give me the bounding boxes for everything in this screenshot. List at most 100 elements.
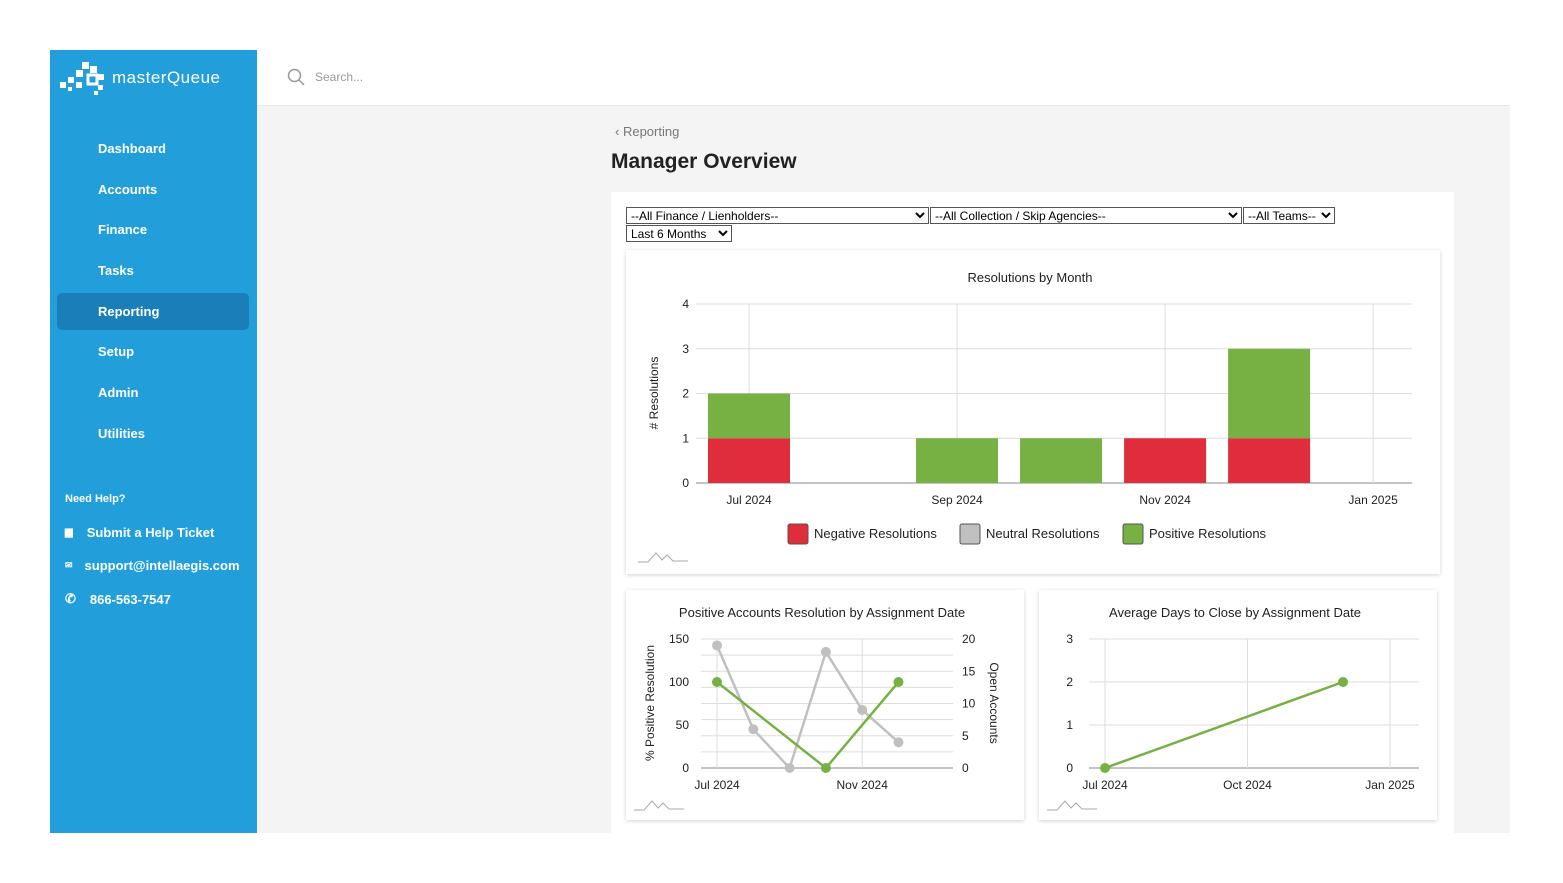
y-tick-label: 1 (682, 431, 689, 445)
data-point (712, 640, 722, 651)
y2-tick-label: 15 (962, 664, 976, 678)
header: Search... (257, 50, 1510, 106)
logo-icon (60, 62, 104, 95)
x-tick-label: Jan 2025 (1365, 778, 1415, 792)
legend-swatch (1122, 523, 1144, 545)
y-tick-label: 2 (1066, 675, 1073, 689)
chart-title: Resolutions by Month (967, 270, 1092, 285)
positive-resolution-panel: Positive Accounts Resolution by Assignme… (626, 590, 1024, 820)
sidebar-nav: Dashboard Accounts Finance Tasks Reporting Se… (57, 130, 249, 456)
sidebar: masterQueue Dashboard Accounts Finance Task… (50, 50, 257, 833)
y2-tick-label: 20 (962, 632, 976, 646)
legend-label: Neutral Resolutions (986, 526, 1100, 541)
y-tick-label: 150 (669, 632, 689, 646)
legend-label: Positive Resolutions (1149, 526, 1267, 541)
sidebar-item-dashboard[interactable]: Dashboard (57, 130, 249, 167)
x-tick-label: Oct 2024 (1223, 778, 1272, 792)
data-point (712, 677, 722, 687)
x-tick-label: Nov 2024 (837, 778, 889, 792)
bar-positive (1020, 438, 1103, 483)
data-point (820, 763, 831, 773)
legend-swatch (787, 523, 809, 545)
y2-tick-label: 10 (962, 697, 976, 711)
breadcrumb[interactable]: ‹ Reporting (615, 124, 679, 139)
report-card: --All Finance / Lienholders-- --All Coll… (611, 192, 1454, 833)
y2-axis-label: Open Accounts (987, 662, 1001, 743)
avg-days-panel: Average Days to Close by Assignment Date… (1039, 590, 1437, 820)
bar-negative (1228, 438, 1311, 483)
sidebar-item-accounts[interactable]: Accounts (57, 171, 249, 208)
y-tick-label: 3 (1066, 632, 1073, 646)
x-tick-label: Jul 2024 (726, 493, 772, 507)
x-tick-label: Sep 2024 (931, 493, 983, 507)
y-tick-label: 0 (682, 761, 689, 775)
y-tick-label: 3 (682, 342, 689, 356)
bar-positive (1228, 348, 1311, 439)
bar-positive (708, 393, 790, 439)
bar-negative (1124, 438, 1207, 483)
sidebar-item-setup[interactable]: Setup (57, 333, 249, 370)
data-point (1100, 763, 1110, 773)
sidebar-item-reporting[interactable]: Reporting (57, 292, 249, 330)
ticket-label: Submit a Help Ticket (86, 525, 215, 540)
series-line (716, 681, 900, 770)
chart-logo-icon (634, 800, 684, 811)
app: masterQueue Dashboard Accounts Finance Task… (50, 50, 1510, 833)
chart-title: Positive Accounts Resolution by Assignme… (679, 605, 965, 620)
sidebar-item-admin[interactable]: Admin (57, 374, 249, 411)
bar-positive (916, 438, 999, 483)
brand-name: masterQueue (112, 68, 221, 87)
y-tick-label: 1 (1066, 718, 1073, 732)
sidebar-item-tasks[interactable]: Tasks (57, 252, 249, 289)
y-tick-label: 0 (682, 476, 689, 490)
y-tick-label: 50 (676, 718, 690, 732)
y-tick-label: 0 (1066, 761, 1073, 775)
data-point (784, 763, 795, 773)
y-tick-label: 100 (669, 675, 689, 689)
legend-label: Negative Resolutions (814, 526, 937, 541)
data-point (820, 646, 831, 657)
breadcrumb-reporting[interactable]: Reporting (623, 124, 679, 139)
data-point (857, 704, 868, 715)
support-phone-link[interactable]: ✆ 866-563-7547 (65, 591, 171, 607)
series-line (715, 644, 900, 771)
search-input[interactable]: Search... (315, 70, 363, 84)
y-axis-label: # Resolutions (647, 357, 661, 430)
sidebar-item-utilities[interactable]: Utilities (57, 415, 249, 452)
teams-select[interactable]: --All Teams-- (1243, 207, 1335, 224)
data-point (893, 677, 904, 687)
search-icon (287, 68, 305, 86)
data-point (893, 737, 904, 748)
chart-title: Average Days to Close by Assignment Date (1109, 605, 1361, 620)
search-bar[interactable]: Search... (287, 68, 363, 86)
legend-swatch (959, 523, 981, 545)
phone-label: 866-563-7547 (89, 591, 171, 607)
phone-icon: ✆ (65, 591, 76, 606)
y-tick-label: 2 (682, 387, 689, 401)
chart-logo-icon (638, 552, 688, 563)
finance-select[interactable]: --All Finance / Lienholders-- (626, 207, 929, 224)
y2-tick-label: 5 (962, 729, 969, 743)
resolutions-by-month-panel: Resolutions by Month 0 1 2 3 4 Jul 2024 Sep 202… (626, 250, 1440, 574)
x-tick-label: Jul 2024 (694, 778, 740, 792)
y-tick-label: 4 (682, 297, 689, 311)
collection-select[interactable]: --All Collection / Skip Agencies-- (930, 207, 1242, 224)
data-point (748, 724, 759, 735)
x-tick-label: Nov 2024 (1139, 493, 1191, 507)
sidebar-item-finance[interactable]: Finance (57, 211, 249, 248)
logo[interactable]: masterQueue (58, 60, 221, 96)
y2-tick-label: 0 (962, 761, 969, 775)
x-tick-label: Jan 2025 (1348, 493, 1398, 507)
chevron-left-icon: ‹ (615, 124, 623, 139)
bar-negative (708, 438, 790, 483)
page-title: Manager Overview (611, 150, 797, 173)
mail-icon: ✉ (65, 560, 73, 570)
support-email-link[interactable]: ✉ support@intellaegis.com (65, 558, 240, 573)
email-label: support@intellaegis.com (84, 558, 240, 573)
help-heading: Need Help? (65, 493, 126, 505)
period-select[interactable]: Last 6 Months (626, 225, 732, 242)
x-tick-label: Jul 2024 (1082, 778, 1128, 792)
ticket-icon: ▆ (65, 527, 73, 538)
submit-ticket-link[interactable]: ▆ Submit a Help Ticket (65, 525, 214, 540)
data-point (1338, 677, 1348, 687)
